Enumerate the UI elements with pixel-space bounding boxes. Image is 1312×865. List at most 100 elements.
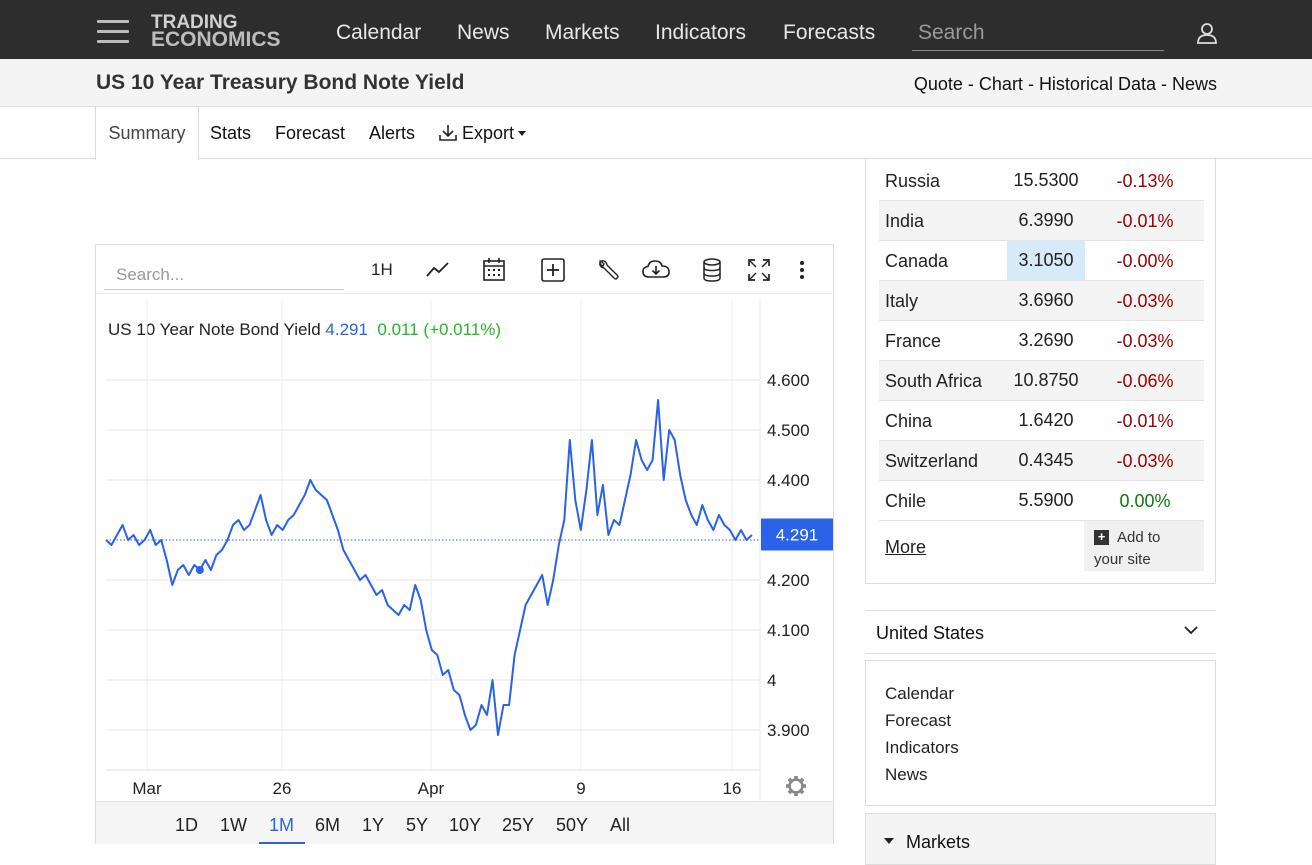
markets-accordion-header[interactable]: Markets xyxy=(865,813,1216,865)
tab-stats[interactable]: Stats xyxy=(210,107,251,159)
change-value: -0.01% xyxy=(1116,211,1174,231)
quick-links: Quote - Chart - Historical Data - News xyxy=(914,74,1217,95)
add-to-site-button[interactable]: + Add to your site xyxy=(1084,521,1204,571)
change-value: -0.03% xyxy=(1116,331,1174,351)
y-tick-label: 3.900 xyxy=(767,721,810,740)
logo-line-2: ECONOMICS xyxy=(151,28,281,51)
x-tick-label: Mar xyxy=(132,779,162,798)
range-25y[interactable]: 25Y xyxy=(502,815,534,836)
nav-forecasts[interactable]: Forecasts xyxy=(783,21,875,45)
download-icon xyxy=(439,125,457,141)
yield-value: 5.5900 xyxy=(1018,490,1074,510)
yield-value: 6.3990 xyxy=(1018,210,1074,230)
country-accordion-header[interactable]: United States xyxy=(865,610,1216,654)
yield-value: 1.6420 xyxy=(1018,410,1074,430)
link-quote[interactable]: Quote xyxy=(914,74,963,94)
range-1w[interactable]: 1W xyxy=(220,815,247,836)
country-name[interactable]: Russia xyxy=(885,171,940,192)
country-name[interactable]: Canada xyxy=(885,251,948,272)
range-50y[interactable]: 50Y xyxy=(556,815,588,836)
y-tick-label: 4.200 xyxy=(767,571,810,590)
country-link-news[interactable]: News xyxy=(885,765,928,785)
link-news[interactable]: News xyxy=(1172,74,1217,94)
page-title: US 10 Year Treasury Bond Note Yield xyxy=(96,71,465,94)
search-input[interactable] xyxy=(912,16,1164,51)
gear-icon[interactable] xyxy=(786,776,806,796)
table-row[interactable]: Canada 3.1050 -0.00% xyxy=(879,241,1204,281)
caret-down-icon xyxy=(518,130,527,136)
yield-value: 3.1050 xyxy=(1007,241,1085,280)
table-row[interactable]: France 3.2690 -0.03% xyxy=(879,321,1204,361)
country-link-forecast[interactable]: Forecast xyxy=(885,711,951,731)
range-1d[interactable]: 1D xyxy=(175,815,198,836)
y-tick-label: 4.400 xyxy=(767,471,810,490)
table-row[interactable]: Chile 5.5900 0.00% xyxy=(879,481,1204,521)
y-tick-label: 4.600 xyxy=(767,371,810,390)
plus-icon: + xyxy=(1094,530,1109,545)
line-chart[interactable]: 4.600 4.500 4.400 4.200 4.100 4 3.900 Mar 26 Apr 9… xyxy=(96,245,835,801)
tab-summary[interactable]: Summary xyxy=(95,107,199,160)
nav-indicators[interactable]: Indicators xyxy=(655,21,746,45)
last-price-label: 4.291 xyxy=(776,526,819,545)
hamburger-menu-icon[interactable] xyxy=(97,20,129,44)
change-value: -0.13% xyxy=(1116,171,1174,191)
caret-down-icon xyxy=(884,838,894,844)
table-row[interactable]: Italy 3.6960 -0.03% xyxy=(879,281,1204,321)
table-row[interactable]: South Africa 10.8750 -0.06% xyxy=(879,361,1204,401)
country-links: Calendar Forecast Indicators News xyxy=(865,660,1216,806)
country-link-calendar[interactable]: Calendar xyxy=(885,684,954,704)
country-link-indicators[interactable]: Indicators xyxy=(885,738,959,758)
range-all[interactable]: All xyxy=(610,815,630,836)
change-value: 0.00% xyxy=(1119,491,1171,511)
more-link[interactable]: More xyxy=(885,537,926,558)
tab-forecast[interactable]: Forecast xyxy=(275,107,345,159)
tab-alerts[interactable]: Alerts xyxy=(369,107,415,159)
country-name[interactable]: France xyxy=(885,331,941,352)
nav-markets[interactable]: Markets xyxy=(545,21,620,45)
country-name[interactable]: Switzerland xyxy=(885,451,978,472)
separator: - xyxy=(962,74,979,94)
x-tick-label: Apr xyxy=(418,779,445,798)
yield-value: 10.8750 xyxy=(1013,370,1079,390)
change-value: -0.00% xyxy=(1116,251,1174,271)
tab-export[interactable]: Export xyxy=(438,107,527,159)
user-icon[interactable] xyxy=(1196,22,1218,44)
change-value: -0.06% xyxy=(1116,371,1174,391)
export-label: Export xyxy=(462,123,515,143)
country-name[interactable]: South Africa xyxy=(885,371,982,392)
change-value: -0.01% xyxy=(1116,411,1174,431)
country-name[interactable]: India xyxy=(885,211,924,232)
table-row[interactable]: India 6.3990 -0.01% xyxy=(879,201,1204,241)
table-row[interactable]: Switzerland 0.4345 -0.03% xyxy=(879,441,1204,481)
gear-ring xyxy=(788,778,804,794)
yield-value: 3.2690 xyxy=(1018,330,1074,350)
nav-calendar[interactable]: Calendar xyxy=(336,21,421,45)
link-historical-data[interactable]: Historical Data xyxy=(1039,74,1156,94)
x-tick-label: 9 xyxy=(576,779,585,798)
country-header-label: United States xyxy=(876,623,985,643)
change-value: -0.03% xyxy=(1116,291,1174,311)
range-1y[interactable]: 1Y xyxy=(362,815,384,836)
y-tick-label: 4 xyxy=(767,671,776,690)
range-1m[interactable]: 1M xyxy=(269,815,294,836)
chevron-down-icon xyxy=(1184,626,1198,635)
markets-header-label: Markets xyxy=(906,832,971,852)
country-name[interactable]: China xyxy=(885,411,932,432)
change-value: -0.03% xyxy=(1116,451,1174,471)
table-row[interactable]: Russia 15.5300 -0.13% xyxy=(879,161,1204,201)
series-marker xyxy=(195,566,204,574)
country-name[interactable]: Chile xyxy=(885,491,926,512)
table-row[interactable]: China 1.6420 -0.01% xyxy=(879,401,1204,441)
country-name[interactable]: Italy xyxy=(885,291,918,312)
range-5y[interactable]: 5Y xyxy=(406,815,428,836)
range-10y[interactable]: 10Y xyxy=(449,815,481,836)
range-6m[interactable]: 6M xyxy=(315,815,340,836)
link-chart[interactable]: Chart xyxy=(979,74,1023,94)
nav-news[interactable]: News xyxy=(457,21,510,45)
yield-value: 3.6960 xyxy=(1018,290,1074,310)
separator: - xyxy=(1155,74,1172,94)
y-tick-label: 4.100 xyxy=(767,621,810,640)
yield-value: 15.5300 xyxy=(1013,170,1079,190)
logo[interactable]: TRADING ECONOMICS xyxy=(151,13,281,51)
tab-bar: Summary Stats Forecast Alerts Export xyxy=(0,107,1312,160)
